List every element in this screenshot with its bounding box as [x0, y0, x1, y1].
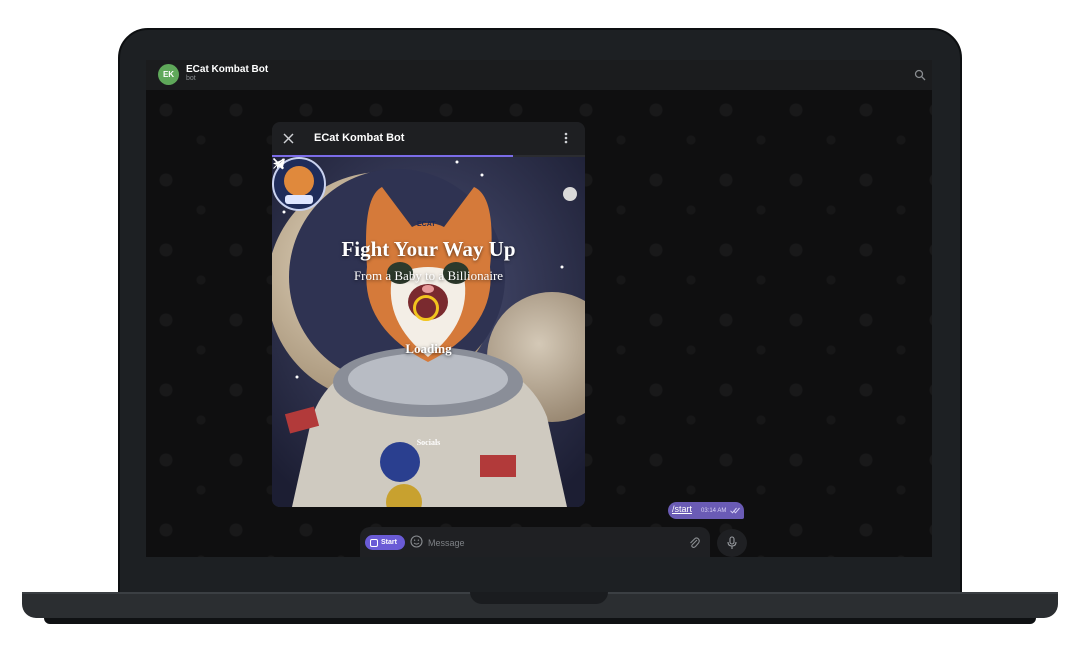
message-composer: Start [360, 527, 710, 557]
message-time: 03:14 AM [701, 508, 727, 514]
message-input[interactable] [428, 536, 668, 550]
message-text[interactable]: /start [672, 504, 692, 514]
mini-app-title: ECat Kombat Bot [314, 132, 405, 144]
telegram-window: EK ECat Kombat Bot bot ECat Kombat Bot E… [146, 60, 932, 557]
search-icon[interactable] [914, 69, 926, 81]
microphone-button[interactable] [717, 529, 747, 557]
x-logo-icon[interactable] [272, 157, 285, 170]
chat-subtitle: bot [186, 75, 196, 82]
hero-subtitle: From a Baby to a Billionaire [353, 268, 504, 283]
loading-text: Loading [405, 341, 452, 356]
hero-title: Fight Your Way Up [341, 237, 516, 261]
loading-spinner [413, 295, 439, 321]
start-button[interactable]: Start [365, 535, 405, 550]
mini-app-window: ECat Kombat Bot ECAT Fight Your Way Up F… [272, 122, 585, 507]
close-icon[interactable] [282, 132, 295, 145]
sent-message-bubble[interactable]: /start 03:14 AM [668, 502, 744, 519]
mini-app-content: ECAT Fight Your Way Up From a Baby to a … [272, 157, 585, 507]
mini-app-header: ECat Kombat Bot [272, 122, 585, 155]
laptop-notch [470, 592, 608, 604]
laptop-base-shadow [44, 618, 1036, 624]
paperclip-icon[interactable] [688, 535, 700, 549]
more-vertical-icon[interactable] [560, 131, 572, 145]
emoji-icon[interactable] [410, 535, 423, 548]
microphone-icon [727, 536, 737, 549]
logo-text: ECAT [417, 221, 436, 228]
socials-label: Socials [416, 438, 441, 447]
chat-header[interactable]: EK ECat Kombat Bot bot [146, 60, 932, 90]
avatar[interactable]: EK [158, 64, 179, 85]
start-button-label: Start [381, 539, 397, 546]
start-icon [370, 538, 378, 547]
double-check-icon [730, 507, 740, 514]
chat-title[interactable]: ECat Kombat Bot [186, 64, 268, 75]
